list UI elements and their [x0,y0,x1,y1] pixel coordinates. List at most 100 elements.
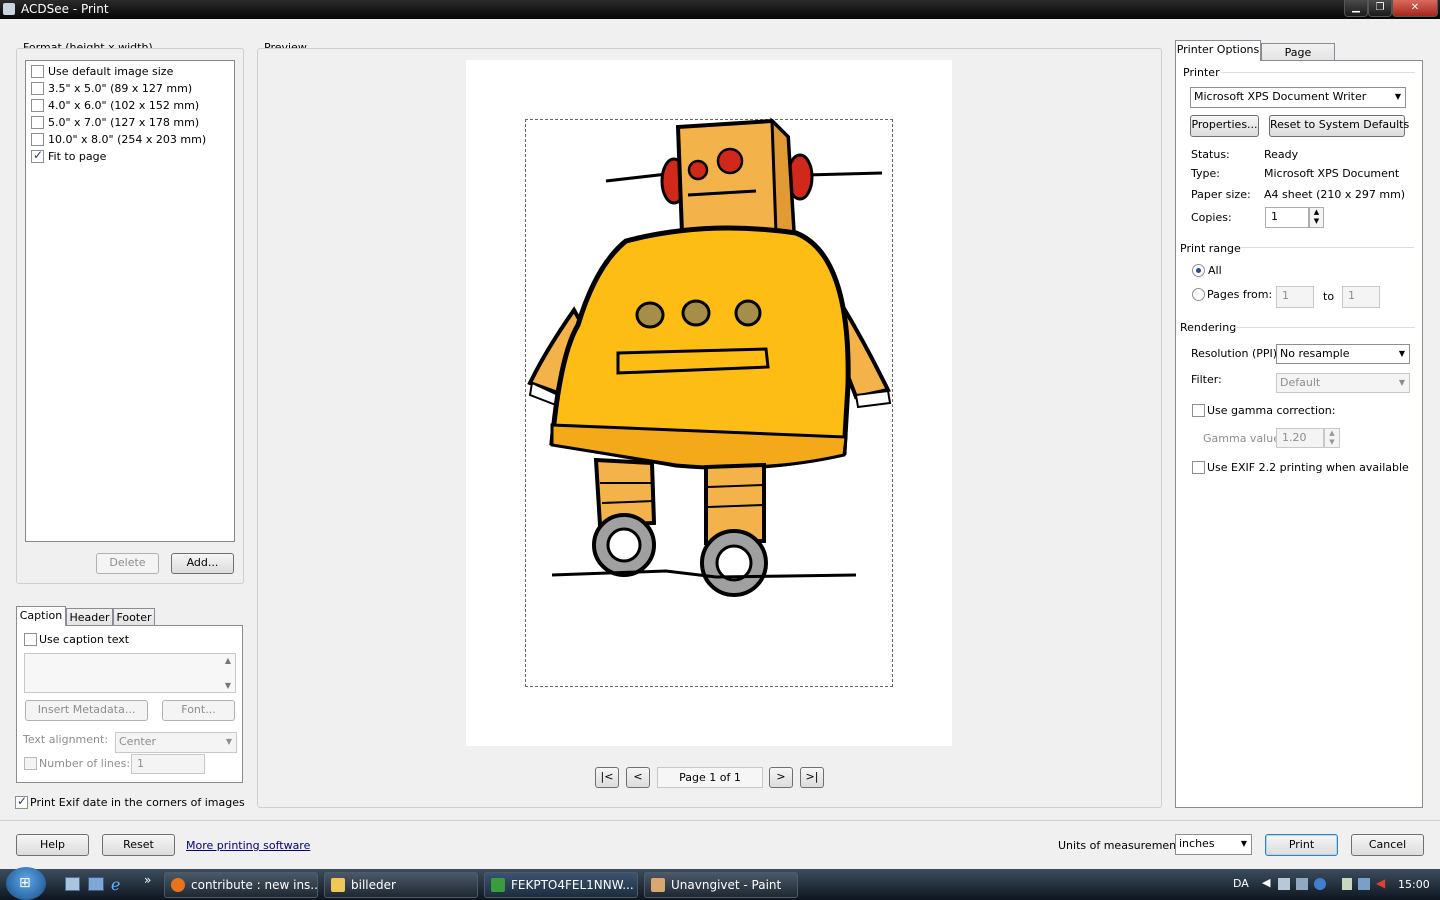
format-option-checkbox[interactable] [31,82,44,95]
filter-select[interactable]: Default ▼ [1276,373,1410,393]
tray-monitor-icon[interactable] [1358,878,1370,890]
properties-button[interactable]: Properties... [1190,115,1259,137]
tray-app-icon[interactable] [1278,878,1290,890]
gamma-checkbox[interactable] [1192,404,1205,417]
print-all-radio[interactable] [1192,264,1205,277]
insert-metadata-button[interactable]: Insert Metadata... [25,700,148,721]
scroll-down-icon[interactable]: ▼ [225,681,231,690]
task-paint[interactable]: Unavngivet - Paint [644,872,798,898]
footer-divider [0,820,1440,821]
tray-chevron-icon[interactable]: ◀ [1262,876,1270,889]
printer-select[interactable]: Microsoft XPS Document Writer ▼ [1190,87,1406,108]
scroll-up-icon[interactable]: ▲ [225,656,231,665]
format-option-label: 4.0" x 6.0" (102 x 152 mm) [48,99,200,112]
gamma-spinner[interactable]: ▲ ▼ [1324,428,1340,448]
format-option-label: Use default image size [48,65,174,78]
resolution-select[interactable]: No resample ▼ [1276,344,1410,364]
close-button[interactable]: ✕ [1392,0,1438,17]
app-icon [3,3,15,15]
gamma-label: Use gamma correction: [1207,404,1336,417]
last-page-button[interactable]: >| [800,767,824,788]
pages-to-input[interactable]: 1 [1342,286,1380,308]
use-caption-checkbox[interactable] [24,633,37,646]
filter-value: Default [1280,376,1321,389]
printer-divider [1221,72,1415,73]
filter-label: Filter: [1191,373,1222,386]
tab-page-settings[interactable]: Page Settings [1261,43,1335,76]
tab-footer[interactable]: Footer [113,608,155,626]
help-button[interactable]: Help [16,834,89,856]
task-firefox[interactable]: contribute : new ins... [164,872,318,898]
printer-section-label: Printer [1183,66,1220,79]
paper-size-label: Paper size: [1191,188,1251,201]
tray-device-icon[interactable] [1342,878,1352,890]
format-option-checkbox[interactable] [31,65,44,78]
print-exif-checkbox[interactable] [15,794,28,809]
text-alignment-select[interactable]: Center ▼ [115,732,237,753]
pages-from-label: Pages from: [1207,288,1273,301]
printer-select-value: Microsoft XPS Document Writer [1194,90,1367,103]
switch-windows-icon[interactable] [88,877,104,891]
show-desktop-icon[interactable] [65,877,80,891]
messenger-icon[interactable] [1314,878,1326,890]
minimize-button[interactable]: ▁ [1344,0,1368,17]
type-value: Microsoft XPS Document [1264,167,1400,180]
format-option-checkbox[interactable] [31,116,44,129]
clock[interactable]: 15:00 [1398,878,1430,891]
delete-format-button[interactable]: Delete [96,553,159,574]
print-range-divider [1240,247,1414,248]
format-option-checkbox[interactable] [31,99,44,112]
reset-defaults-button[interactable]: Reset to System Defaults [1269,115,1409,137]
paper-size-value: A4 sheet (210 x 297 mm) [1264,188,1406,201]
copies-input[interactable]: 1 [1265,207,1309,228]
pages-from-input[interactable]: 1 [1276,286,1314,308]
gamma-value-input[interactable]: 1.20 [1276,428,1324,448]
paint-icon [651,878,665,892]
more-printing-software-link[interactable]: More printing software [186,839,310,852]
copies-label: Copies: [1191,211,1232,224]
maximize-button[interactable]: ❐ [1368,0,1392,17]
tab-caption[interactable]: Caption [16,606,66,626]
task-folder[interactable]: billeder [324,872,478,898]
number-of-lines-label: Number of lines: [39,757,131,770]
quick-launch-chevron-icon[interactable]: » [144,873,151,887]
print-range-label: Print range [1180,242,1241,255]
start-button[interactable]: ⊞ [6,867,46,900]
cancel-button[interactable]: Cancel [1351,834,1424,856]
rendering-divider [1233,327,1415,328]
exif-printing-label: Use EXIF 2.2 printing when available [1207,461,1409,474]
format-option-label: 10.0" x 8.0" (254 x 203 mm) [48,133,207,146]
firefox-icon [171,878,185,892]
status-label: Status: [1191,148,1230,161]
format-option-checkbox[interactable] [31,148,44,163]
language-indicator[interactable]: DA [1233,877,1249,890]
use-caption-label: Use caption text [39,633,130,646]
copies-spinner[interactable]: ▲ ▼ [1309,207,1324,228]
volume-muted-icon[interactable]: ◀ [1376,876,1385,890]
caption-textarea[interactable]: ▲ ▼ [24,653,236,693]
font-button[interactable]: Font... [162,700,235,721]
reset-button[interactable]: Reset [102,834,175,856]
first-page-button[interactable]: |< [595,767,619,788]
number-of-lines-checkbox[interactable] [24,757,37,770]
page-indicator: Page 1 of 1 [657,767,763,788]
prev-page-button[interactable]: < [626,767,650,788]
add-format-button[interactable]: Add... [171,553,234,574]
tab-printer-options[interactable]: Printer Options [1175,40,1261,61]
rendering-label: Rendering [1180,321,1237,334]
task-acdsee[interactable]: FEKPTO4FEL1NNW... [484,872,638,898]
type-label: Type: [1191,167,1220,180]
print-button[interactable]: Print [1265,834,1338,856]
number-of-lines-input[interactable]: 1 [131,754,205,774]
format-option-label: Fit to page [48,150,107,163]
text-alignment-value: Center [119,735,157,748]
network-icon[interactable] [1296,878,1308,890]
exif-printing-checkbox[interactable] [1192,461,1205,474]
robot-image [527,117,892,597]
pages-from-radio[interactable] [1192,288,1205,301]
tab-header[interactable]: Header [66,608,113,626]
next-page-button[interactable]: > [769,767,793,788]
format-option-checkbox[interactable] [31,133,44,146]
units-select[interactable]: inches ▼ [1175,834,1252,855]
internet-explorer-icon[interactable]: ℯ [111,875,120,894]
